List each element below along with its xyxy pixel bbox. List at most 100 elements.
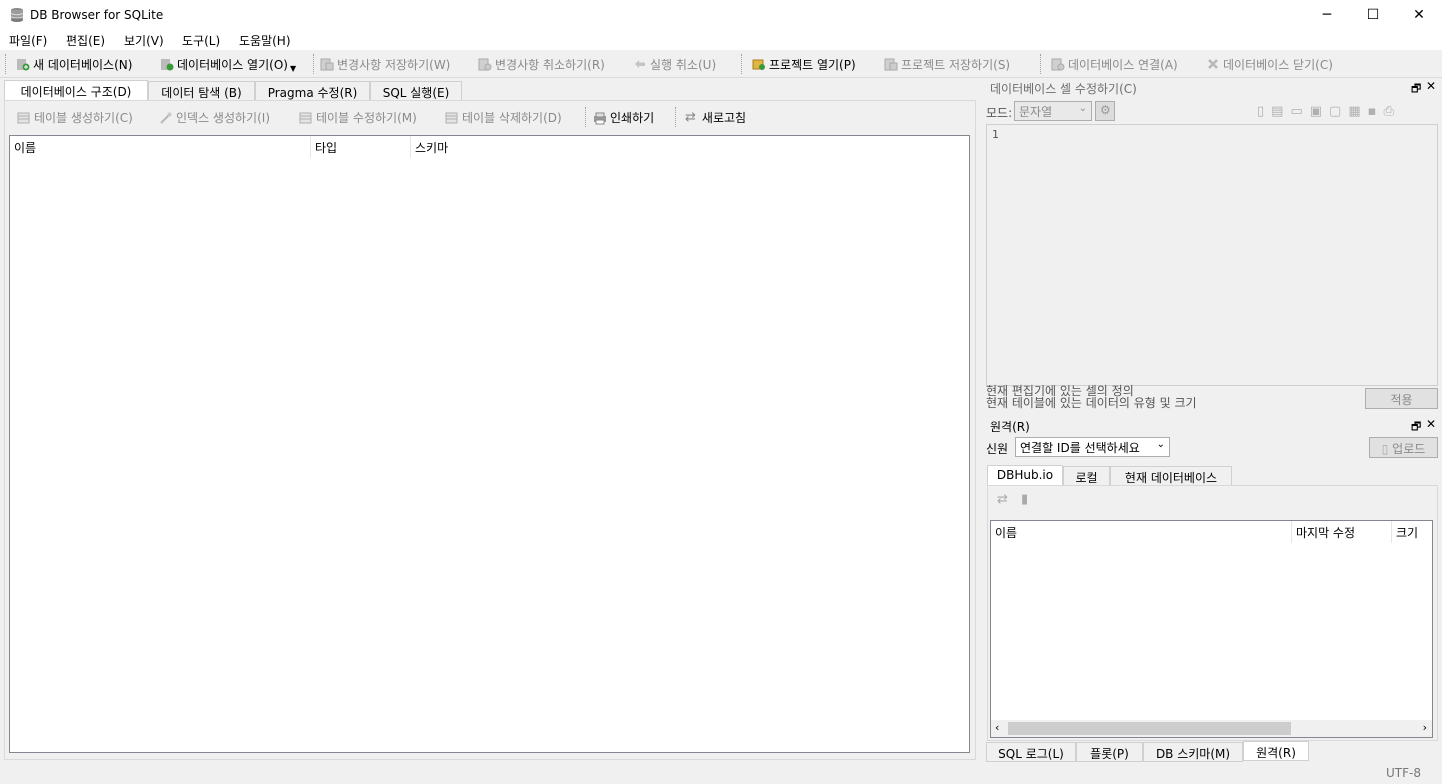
new-database-label: 새 데이터베이스(N): [33, 57, 133, 72]
remote-list-header: 이름 마지막 수정 크기: [991, 521, 1432, 543]
delete-table-icon: [445, 112, 458, 123]
encoding-status: UTF-8: [1386, 766, 1421, 780]
save-project-button[interactable]: 프로젝트 저장하기(S): [884, 55, 1010, 73]
remote-column-size[interactable]: 크기: [1396, 524, 1418, 541]
open-project-icon: [752, 59, 765, 70]
upload-icon: ▯: [1381, 442, 1389, 456]
attach-database-icon: [1051, 58, 1065, 71]
close-database-button[interactable]: 데이터베이스 닫기(C): [1206, 55, 1333, 73]
tab-execute-sql[interactable]: SQL 실행(E): [370, 81, 462, 101]
mode-label: 모드:: [986, 106, 1013, 120]
undo-button[interactable]: 실행 취소(U): [633, 55, 716, 73]
tab-dbhub[interactable]: DBHub.io: [987, 465, 1063, 486]
database-structure-tree[interactable]: 이름 타입 스키마: [9, 135, 970, 753]
tab-sql-log[interactable]: SQL 로그(L): [986, 742, 1076, 762]
menu-help[interactable]: 도움말(H): [239, 32, 291, 49]
scroll-right-icon[interactable]: ›: [1423, 721, 1427, 734]
column-header-type[interactable]: 타입: [315, 139, 337, 156]
refresh-icon: ⇄: [685, 110, 696, 125]
menu-edit[interactable]: 편집(E): [66, 32, 105, 49]
word-wrap-icon[interactable]: ▣: [1310, 104, 1322, 119]
tree-header: 이름 타입 스키마: [10, 136, 969, 158]
open-project-button[interactable]: 프로젝트 열기(P): [752, 55, 856, 73]
gear-icon: ⚙: [1100, 103, 1111, 117]
menu-file[interactable]: 파일(F): [9, 32, 47, 49]
modify-table-icon: [299, 112, 312, 123]
tab-plot[interactable]: 플롯(P): [1076, 742, 1143, 762]
write-changes-button[interactable]: 변경사항 저장하기(W): [320, 55, 450, 73]
revert-changes-button[interactable]: 변경사항 취소하기(R): [478, 55, 605, 73]
tab-remote[interactable]: 원격(R): [1243, 741, 1309, 761]
remote-refresh-icon[interactable]: ⇄: [997, 492, 1008, 507]
attach-database-button[interactable]: 데이터베이스 연결(A): [1051, 55, 1178, 73]
close-database-label: 데이터베이스 닫기(C): [1223, 57, 1333, 72]
tab-browse-data[interactable]: 데이터 탐색 (B): [148, 81, 255, 101]
tab-local[interactable]: 로컬: [1063, 466, 1110, 486]
cell-print-icon[interactable]: ⎙: [1383, 104, 1393, 119]
write-changes-label: 변경사항 저장하기(W): [337, 57, 451, 72]
close-button[interactable]: ✕: [1396, 0, 1442, 30]
identity-select[interactable]: 연결할 ID를 선택하세요 ⌄: [1015, 437, 1170, 457]
delete-table-button[interactable]: 테이블 삭제하기(D): [445, 109, 562, 126]
open-database-button[interactable]: 데이터베이스 열기(O) ▼: [160, 55, 296, 73]
tab-db-schema[interactable]: DB 스키마(M): [1143, 742, 1243, 762]
cell-editor-dock-title: 데이터베이스 셀 수정하기(C): [986, 79, 1438, 97]
menu-bar: 파일(F) 편집(E) 보기(V) 도구(L) 도움말(H): [0, 30, 1442, 50]
remote-clone-icon[interactable]: ▮: [1021, 492, 1028, 507]
close-database-icon: [1208, 59, 1218, 69]
modify-table-label: 테이블 수정하기(M): [316, 111, 417, 125]
refresh-button[interactable]: ⇄ 새로고침: [685, 109, 746, 126]
main-toolbar: 새 데이터베이스(N) 데이터베이스 열기(O) ▼ 변경사항 저장하기(W) …: [0, 50, 1442, 78]
identity-label: 신원: [986, 442, 1009, 456]
create-table-label: 테이블 생성하기(C): [34, 111, 133, 125]
open-project-label: 프로젝트 열기(P): [769, 57, 856, 72]
upload-button[interactable]: ▯ 업로드: [1369, 437, 1438, 458]
printer-icon: [594, 112, 606, 124]
cell-editor-title: 데이터베이스 셀 수정하기(C): [990, 82, 1137, 96]
scroll-left-icon[interactable]: ‹: [995, 721, 999, 734]
remote-file-list[interactable]: 이름 마지막 수정 크기 ‹ ›: [990, 520, 1433, 738]
status-bar: UTF-8: [0, 762, 1442, 784]
column-header-schema[interactable]: 스키마: [415, 139, 448, 156]
apply-button[interactable]: 적용: [1365, 388, 1438, 409]
auto-switch-mode-button[interactable]: ⚙: [1095, 101, 1115, 121]
print-icon[interactable]: ▦: [1348, 104, 1360, 119]
tab-database-structure[interactable]: 데이터베이스 구조(D): [4, 80, 148, 101]
remote-float-icon[interactable]: 🗗: [1411, 418, 1421, 437]
menu-view[interactable]: 보기(V): [124, 32, 164, 49]
upload-label: 업로드: [1392, 442, 1426, 456]
horizontal-scrollbar[interactable]: ‹ ›: [991, 720, 1432, 737]
menu-tools[interactable]: 도구(L): [182, 32, 220, 49]
export-file-icon[interactable]: ▤: [1271, 104, 1283, 119]
open-database-dropdown-icon[interactable]: ▼: [290, 64, 296, 73]
remote-dock-title: 원격(R): [986, 417, 1438, 435]
remote-column-last-modified[interactable]: 마지막 수정: [1296, 524, 1355, 541]
create-index-button[interactable]: 인덱스 생성하기(I): [159, 109, 270, 126]
remote-close-icon[interactable]: ✕: [1426, 417, 1436, 431]
cell-editor-float-icon[interactable]: 🗗: [1411, 80, 1421, 99]
import-file-icon[interactable]: ▯: [1257, 104, 1264, 119]
revert-changes-label: 변경사항 취소하기(R): [495, 57, 605, 72]
create-index-icon: [160, 112, 172, 124]
scrollbar-thumb[interactable]: [1008, 722, 1291, 735]
minimize-button[interactable]: ─: [1304, 0, 1350, 30]
cell-editor-text[interactable]: 1: [986, 124, 1438, 386]
modify-table-button[interactable]: 테이블 수정하기(M): [299, 109, 417, 126]
print-button[interactable]: 인쇄하기: [593, 109, 654, 126]
tab-edit-pragmas[interactable]: Pragma 수정(R): [255, 81, 370, 101]
create-table-button[interactable]: 테이블 생성하기(C): [17, 109, 133, 126]
print-label: 인쇄하기: [610, 111, 655, 125]
open-external-icon[interactable]: ▢: [1329, 104, 1341, 119]
new-database-icon: [17, 59, 30, 71]
cell-editor-close-icon[interactable]: ✕: [1426, 79, 1436, 93]
new-database-button[interactable]: 새 데이터베이스(N): [16, 55, 132, 73]
remote-column-name[interactable]: 이름: [995, 524, 1017, 541]
mode-select[interactable]: 문자열 ⌄: [1014, 101, 1092, 121]
identity-select-value: 연결할 ID를 선택하세요: [1020, 441, 1140, 455]
set-null-icon[interactable]: ▭: [1290, 104, 1302, 119]
column-header-name[interactable]: 이름: [14, 139, 36, 156]
open-database-label: 데이터베이스 열기(O): [177, 57, 288, 72]
maximize-button[interactable]: ☐: [1350, 0, 1396, 30]
tab-current-database[interactable]: 현재 데이터베이스: [1110, 466, 1232, 486]
auto-format-icon[interactable]: ▪: [1368, 104, 1377, 119]
